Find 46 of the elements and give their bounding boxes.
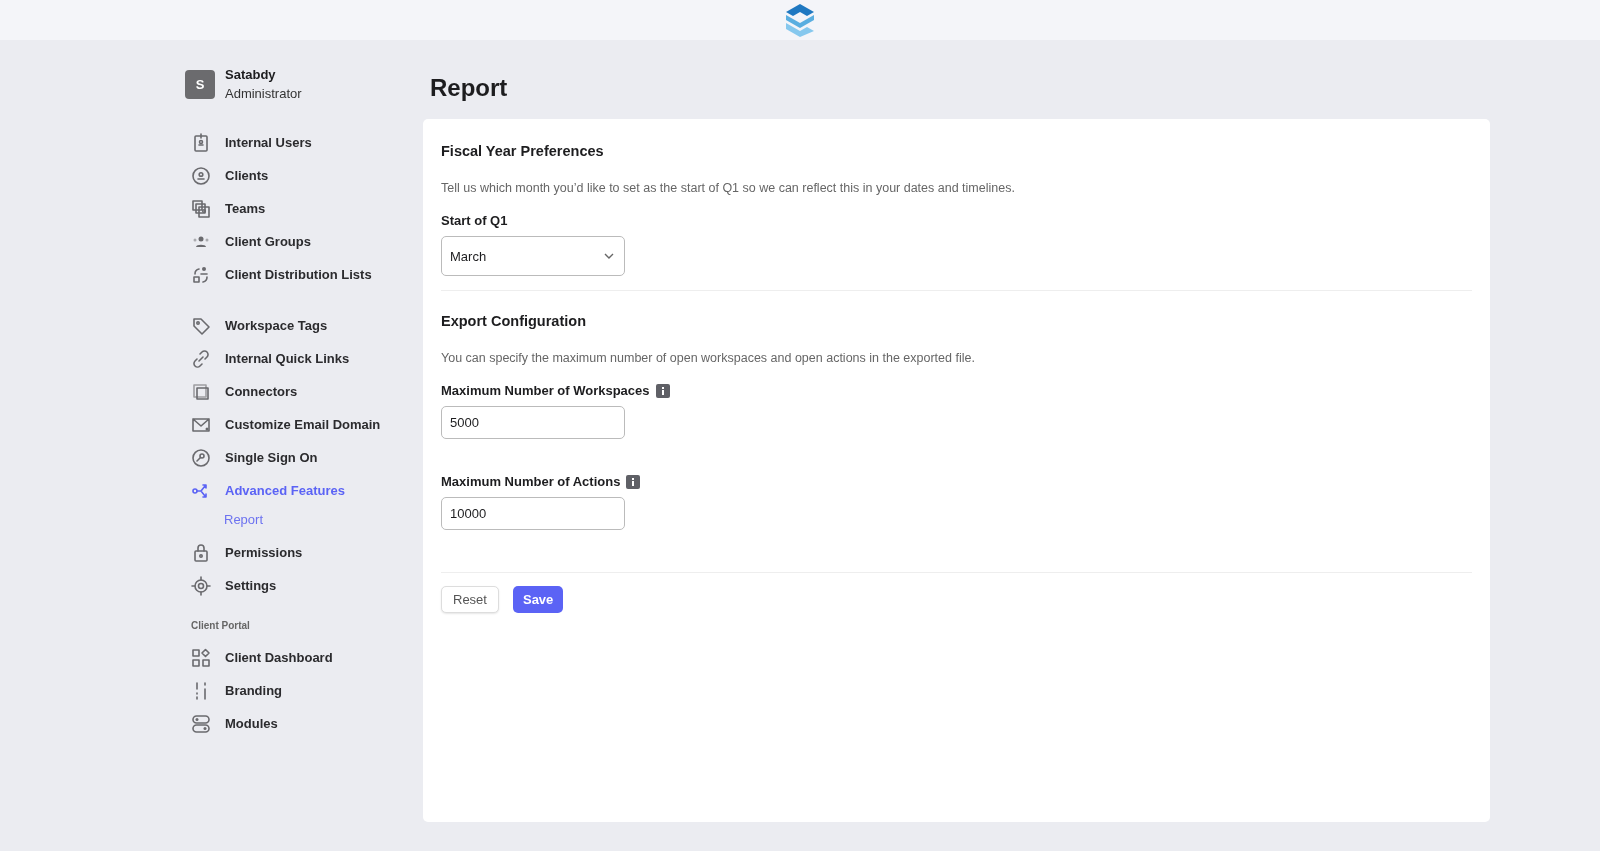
user-name: Satabdy <box>225 67 277 82</box>
sidebar-item[interactable]: Internal Quick Links <box>185 342 350 375</box>
padlock-icon <box>191 542 211 563</box>
sidebar-item[interactable]: Clients <box>185 159 269 192</box>
sidebar-item[interactable]: Teams <box>185 192 266 225</box>
sidebar-item[interactable]: Modules <box>185 707 278 740</box>
sidebar-item[interactable]: Customize Email Domain <box>185 408 381 441</box>
input-field[interactable]: 5000 <box>441 406 625 439</box>
user-role: Administrator <box>225 86 302 101</box>
id-card-icon <box>191 132 211 153</box>
save-button[interactable]: Save <box>512 586 564 613</box>
sidebar-item[interactable]: Client Dashboard <box>185 641 333 674</box>
grid-icon <box>191 647 211 668</box>
sidebar-item[interactable]: Branding <box>185 674 283 707</box>
sidebar-item[interactable]: Internal Users <box>185 126 312 159</box>
sidebar-item[interactable]: Single Sign On <box>185 441 318 474</box>
section-description: You can specify the maximum number of open workspaces and open actions in the exported file. <box>441 351 976 365</box>
input-field[interactable]: 10000 <box>441 497 625 530</box>
section-title: Fiscal Year Preferences <box>441 143 605 159</box>
section-description: Tell us which month you’d like to set as the start of Q1 so we can reflect this in your dates and timelines. <box>441 181 1016 195</box>
field-label: Maximum Number of Actions <box>441 474 621 489</box>
field-label: Maximum Number of Workspaces <box>441 383 650 398</box>
field-label: Start of Q1 <box>441 213 508 228</box>
key-circle-icon <box>191 447 211 468</box>
tag-icon <box>191 315 211 336</box>
dropdown[interactable]: March <box>441 236 625 276</box>
sidebar-item[interactable]: Workspace Tags <box>185 309 328 342</box>
toggles-icon <box>191 713 211 734</box>
logo-icon <box>783 3 817 37</box>
sidebar-item[interactable]: Permissions <box>185 536 303 569</box>
section-title: Export Configuration <box>441 313 587 329</box>
link-icon <box>191 348 211 369</box>
squares-icon <box>191 381 211 402</box>
stacked-squares-icon <box>191 198 211 219</box>
chevron-down-icon <box>604 253 614 259</box>
section-heading: Client Portal <box>191 620 251 631</box>
sidebar-item[interactable]: Client Distribution Lists <box>185 258 372 291</box>
page-title: Report <box>430 73 509 103</box>
reset-button[interactable]: Reset <box>441 586 499 613</box>
user-arrows-icon <box>191 264 211 285</box>
sidebar-item[interactable]: Client Groups <box>185 225 311 258</box>
user-circle-icon <box>191 165 211 186</box>
avatar: S <box>185 69 215 99</box>
sidebar-item[interactable]: Advanced Features <box>185 474 345 507</box>
sidebar-item[interactable]: Connectors <box>185 375 298 408</box>
sidebar-item[interactable]: Settings <box>185 569 277 602</box>
